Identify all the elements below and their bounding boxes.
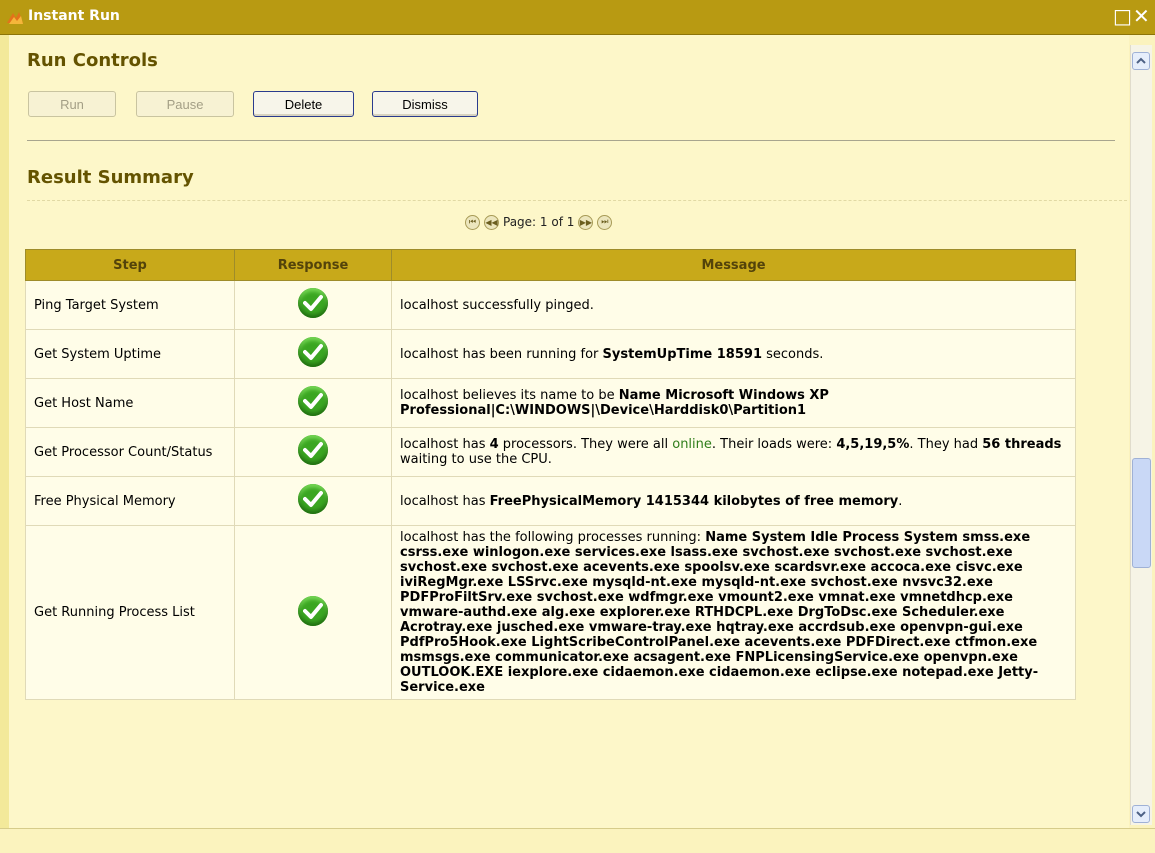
table-row: Free Physical Memory localhost has FreePh… <box>25 476 1076 526</box>
status-bar <box>0 828 1155 853</box>
dismiss-button[interactable]: Dismiss <box>372 91 478 117</box>
success-check-icon <box>298 435 328 465</box>
page-label: Page: 1 of 1 <box>503 215 575 229</box>
message-cell: localhost has the following processes ru… <box>391 525 1076 700</box>
result-summary-heading: Result Summary <box>27 167 194 188</box>
message-segment: localhost believes its name to be <box>400 388 619 403</box>
message-cell: localhost successfully pinged. <box>391 280 1076 330</box>
results-table: Step Response Message Ping Target System… <box>25 249 1076 700</box>
window-title: Instant Run <box>28 8 120 24</box>
table-row: Ping Target System localhost successfully… <box>25 280 1076 330</box>
success-check-icon <box>298 386 328 416</box>
message-segment: seconds. <box>761 346 824 362</box>
step-cell: Get Running Process List <box>25 525 235 700</box>
table-row: Get Host Name localhost believes its name… <box>25 378 1076 428</box>
section-divider <box>27 140 1115 141</box>
scroll-down-icon[interactable] <box>1132 805 1150 823</box>
step-cell: Free Physical Memory <box>25 476 235 526</box>
table-row: Get Running Process List localhost has th… <box>25 525 1076 700</box>
message-segment: . Their loads were: <box>711 437 837 452</box>
step-cell: Get Processor Count/Status <box>25 427 235 477</box>
maximize-icon[interactable]: □ <box>1113 5 1132 27</box>
step-cell: Get Host Name <box>25 378 235 428</box>
left-border <box>0 35 9 828</box>
message-cell: localhost believes its name to be Name M… <box>391 378 1076 428</box>
delete-button[interactable]: Delete <box>253 91 354 117</box>
response-cell <box>234 427 392 477</box>
pause-button[interactable]: Pause <box>136 91 234 117</box>
message-segment: online <box>672 437 712 452</box>
column-header-response[interactable]: Response <box>234 249 392 281</box>
message-cell: localhost has been running for SystemUpT… <box>391 329 1076 379</box>
message-segment: waiting to use the CPU. <box>400 452 552 467</box>
run-controls-heading: Run Controls <box>27 50 158 71</box>
next-page-icon[interactable]: ▶▶ <box>578 214 594 230</box>
success-check-icon <box>298 337 328 367</box>
message-segment: . <box>898 493 903 509</box>
message-segment: FreePhysicalMemory 1415344 kilobytes of … <box>489 493 899 509</box>
message-segment: localhost has been running for <box>400 346 603 362</box>
table-row: Get System Uptime localhost has been runn… <box>25 329 1076 379</box>
message-cell: localhost has 4 processors. They were al… <box>391 427 1076 477</box>
previous-page-icon[interactable]: ◀◀ <box>484 214 499 230</box>
table-row: Get Processor Count/Status localhost has … <box>25 427 1076 477</box>
column-header-step[interactable]: Step <box>25 249 235 281</box>
table-header-row: Step Response Message <box>25 249 1076 281</box>
app-logo-icon <box>7 12 23 24</box>
step-cell: Get System Uptime <box>25 329 235 379</box>
message-segment: localhost has <box>400 437 490 452</box>
pager: ⏮ ◀◀ Page: 1 of 1 ▶▶ ⏭ <box>465 212 613 232</box>
message-segment: . They had <box>909 437 983 452</box>
message-segment: Name System Idle Process System smss.exe… <box>400 530 1039 695</box>
last-page-icon[interactable]: ⏭ <box>597 214 613 230</box>
scrollbar-thumb[interactable] <box>1132 458 1151 568</box>
message-segment: localhost successfully pinged. <box>400 297 594 313</box>
message-segment: 4,5,19,5% <box>836 437 910 452</box>
message-segment: 4 <box>489 437 499 452</box>
response-cell <box>234 280 392 330</box>
content-panel: Run Controls Run Pause Delete Dismiss Re… <box>9 35 1129 828</box>
message-segment: localhost has the following processes ru… <box>400 530 706 545</box>
success-check-icon <box>298 288 328 318</box>
message-segment: localhost has <box>400 493 490 509</box>
message-cell: localhost has FreePhysicalMemory 1415344… <box>391 476 1076 526</box>
column-header-message[interactable]: Message <box>391 249 1076 281</box>
title-bar: Instant Run □ ✕ <box>0 0 1155 35</box>
message-segment: processors. They were all <box>498 437 673 452</box>
run-button[interactable]: Run <box>28 91 116 117</box>
success-check-icon <box>298 484 328 514</box>
message-segment: SystemUpTime 18591 <box>602 346 762 362</box>
message-segment: 56 threads <box>982 437 1062 452</box>
response-cell <box>234 378 392 428</box>
dotted-divider <box>27 200 1127 201</box>
step-cell: Ping Target System <box>25 280 235 330</box>
vertical-scrollbar[interactable] <box>1130 45 1152 825</box>
response-cell <box>234 476 392 526</box>
response-cell <box>234 525 392 700</box>
response-cell <box>234 329 392 379</box>
success-check-icon <box>298 595 328 626</box>
scroll-up-icon[interactable] <box>1132 52 1150 70</box>
close-icon[interactable]: ✕ <box>1133 5 1150 27</box>
first-page-icon[interactable]: ⏮ <box>465 214 480 230</box>
